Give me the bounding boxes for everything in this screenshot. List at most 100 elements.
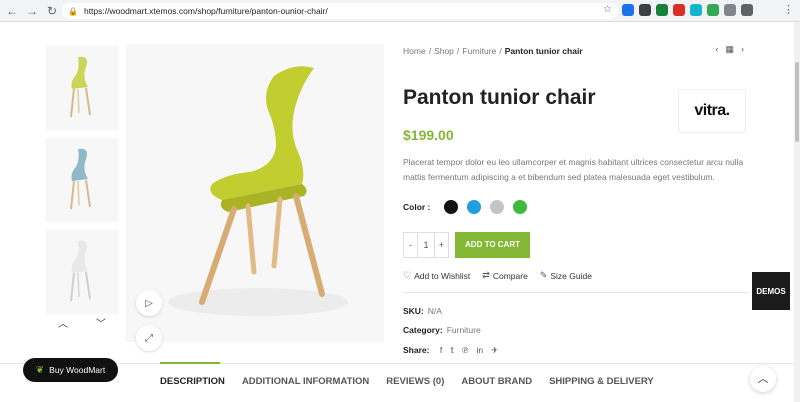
ruler-icon: ✎ <box>539 270 548 280</box>
browser-menu-icon[interactable]: ⋮ <box>783 3 794 16</box>
category-link[interactable]: Furniture <box>447 325 481 335</box>
tab-description[interactable]: DESCRIPTION <box>160 376 225 387</box>
color-swatch-blue[interactable] <box>467 200 482 214</box>
tab-shipping-delivery[interactable]: SHIPPING & DELIVERY <box>549 376 654 387</box>
breadcrumb: Home / Shop / Furniture / Panton tunior … <box>403 44 748 58</box>
demos-button[interactable]: DEMOS <box>752 272 790 310</box>
reload-icon[interactable]: ↻ <box>44 3 60 19</box>
grid-icon[interactable]: ▦ <box>725 44 734 55</box>
product-price: $199.00 <box>403 127 454 143</box>
category-row: Category: Furniture <box>403 325 481 335</box>
tab-additional-information[interactable]: ADDITIONAL INFORMATION <box>242 376 369 387</box>
back-arrow-icon[interactable]: ← <box>4 3 20 19</box>
pinterest-icon[interactable]: ℗ <box>462 345 468 356</box>
bookmark-star-icon[interactable]: ☆ <box>603 4 612 15</box>
expand-zoom-icon[interactable]: ⤢ <box>136 325 162 351</box>
sku-label: SKU: <box>403 306 424 316</box>
extension-icon[interactable] <box>673 4 685 16</box>
divider <box>403 292 748 293</box>
heart-icon: ♡ <box>403 270 412 280</box>
shuffle-icon: ⇄ <box>482 270 490 280</box>
size-guide-link[interactable]: ✎ Size Guide <box>540 270 592 281</box>
breadcrumb-separator: / <box>456 46 460 56</box>
product-navigation: ‹ ▦ › <box>715 44 744 55</box>
product-actions: ♡ Add to Wishlist ⇄ Compare ✎ Size Guide <box>403 270 592 281</box>
chair-image <box>168 66 348 316</box>
extensions-bar <box>622 4 753 16</box>
active-tab-indicator <box>160 362 220 364</box>
quantity-plus-button[interactable]: + <box>435 233 448 257</box>
chevron-up-icon[interactable]: ︿ <box>54 316 72 334</box>
chair-icon <box>70 56 91 118</box>
chevron-down-icon[interactable]: ﹀ <box>92 316 110 334</box>
share-label: Share: <box>403 345 430 355</box>
color-swatch-black[interactable] <box>444 200 459 214</box>
size-guide-label: Size Guide <box>550 270 592 281</box>
extension-icon[interactable] <box>741 4 753 16</box>
add-to-wishlist-link[interactable]: ♡ Add to Wishlist <box>403 270 470 281</box>
scrollbar-thumb[interactable] <box>795 62 799 142</box>
quantity-stepper: - 1 + <box>403 232 449 258</box>
compare-link[interactable]: ⇄ Compare <box>482 270 528 281</box>
color-swatch-green[interactable] <box>513 200 528 214</box>
color-selector: Color : <box>403 200 536 214</box>
address-bar[interactable]: 🔒 https://woodmart.xtemos.com/shop/furni… <box>62 3 618 19</box>
product-page: ︿ ﹀ ▷ ⤢ Home / Shop / Furniture / Panton… <box>0 22 800 402</box>
compare-label: Compare <box>492 270 528 281</box>
wishlist-label: Add to Wishlist <box>414 270 471 281</box>
previous-product-icon[interactable]: ‹ <box>715 44 718 55</box>
category-label: Category: <box>403 325 443 335</box>
extension-icon[interactable] <box>656 4 668 16</box>
buy-woodmart-button[interactable]: ❦ Buy WoodMart <box>23 358 118 382</box>
telegram-icon[interactable]: ✈ <box>491 345 498 356</box>
quantity-input[interactable]: 1 <box>417 233 435 257</box>
share-row: Share: f 𝕥 ℗ in ✈ <box>403 345 498 356</box>
extension-icon[interactable] <box>639 4 651 16</box>
facebook-icon[interactable]: f <box>440 345 442 356</box>
product-title: Panton tunior chair <box>403 86 596 109</box>
extension-icon[interactable] <box>690 4 702 16</box>
lock-icon: 🔒 <box>68 6 78 16</box>
product-summary: Home / Shop / Furniture / Panton tunior … <box>403 44 748 355</box>
next-product-icon[interactable]: › <box>741 44 744 55</box>
extension-icon[interactable] <box>707 4 719 16</box>
linkedin-icon[interactable]: in <box>476 345 483 356</box>
thumbnail-yellow-chair[interactable] <box>46 46 118 130</box>
extension-icon[interactable] <box>622 4 634 16</box>
product-description: Placerat tempor dolor eu leo ullamcorper… <box>403 157 744 182</box>
color-label: Color : <box>403 202 431 212</box>
sku-row: SKU: N/A <box>403 306 442 316</box>
add-to-cart-button[interactable]: ADD TO CART <box>455 232 530 258</box>
breadcrumb-separator: / <box>499 46 502 56</box>
chair-icon <box>70 148 91 210</box>
add-to-cart-form: - 1 + ADD TO CART <box>403 232 530 258</box>
forward-arrow-icon[interactable]: → <box>24 3 40 19</box>
brand-logo[interactable]: vitra. <box>678 89 746 133</box>
browser-toolbar: ← → ↻ 🔒 https://woodmart.xtemos.com/shop… <box>0 0 800 22</box>
tab-reviews[interactable]: REVIEWS (0) <box>386 376 444 387</box>
breadcrumb-category[interactable]: Furniture <box>462 46 496 56</box>
breadcrumb-separator: / <box>428 46 432 56</box>
thumbnail-white-chair[interactable] <box>46 230 118 314</box>
tabs-divider <box>0 363 800 364</box>
thumbnail-gallery <box>46 46 118 322</box>
play-video-icon[interactable]: ▷ <box>136 290 162 316</box>
twitter-icon[interactable]: 𝕥 <box>450 345 454 356</box>
buy-label: Buy WoodMart <box>49 365 106 375</box>
share-icons: f 𝕥 ℗ in ✈ <box>440 345 498 356</box>
chair-icon <box>70 240 91 302</box>
breadcrumb-current: Panton tunior chair <box>504 46 583 56</box>
product-tabs: DESCRIPTION ADDITIONAL INFORMATION REVIE… <box>160 376 654 387</box>
tab-about-brand[interactable]: ABOUT BRAND <box>461 376 532 387</box>
page-scrollbar[interactable] <box>794 22 800 402</box>
thumbnail-blue-chair[interactable] <box>46 138 118 222</box>
quantity-minus-button[interactable]: - <box>404 233 417 257</box>
scroll-to-top-icon[interactable]: ︿ <box>750 366 776 392</box>
extension-icon[interactable] <box>724 4 736 16</box>
color-swatch-gray[interactable] <box>490 200 505 214</box>
sku-value: N/A <box>427 306 442 316</box>
breadcrumb-shop[interactable]: Shop <box>434 46 454 56</box>
thumbnail-navigation: ︿ ﹀ <box>46 316 118 334</box>
main-product-image[interactable]: ▷ ⤢ <box>126 44 384 351</box>
breadcrumb-home[interactable]: Home <box>403 46 426 56</box>
